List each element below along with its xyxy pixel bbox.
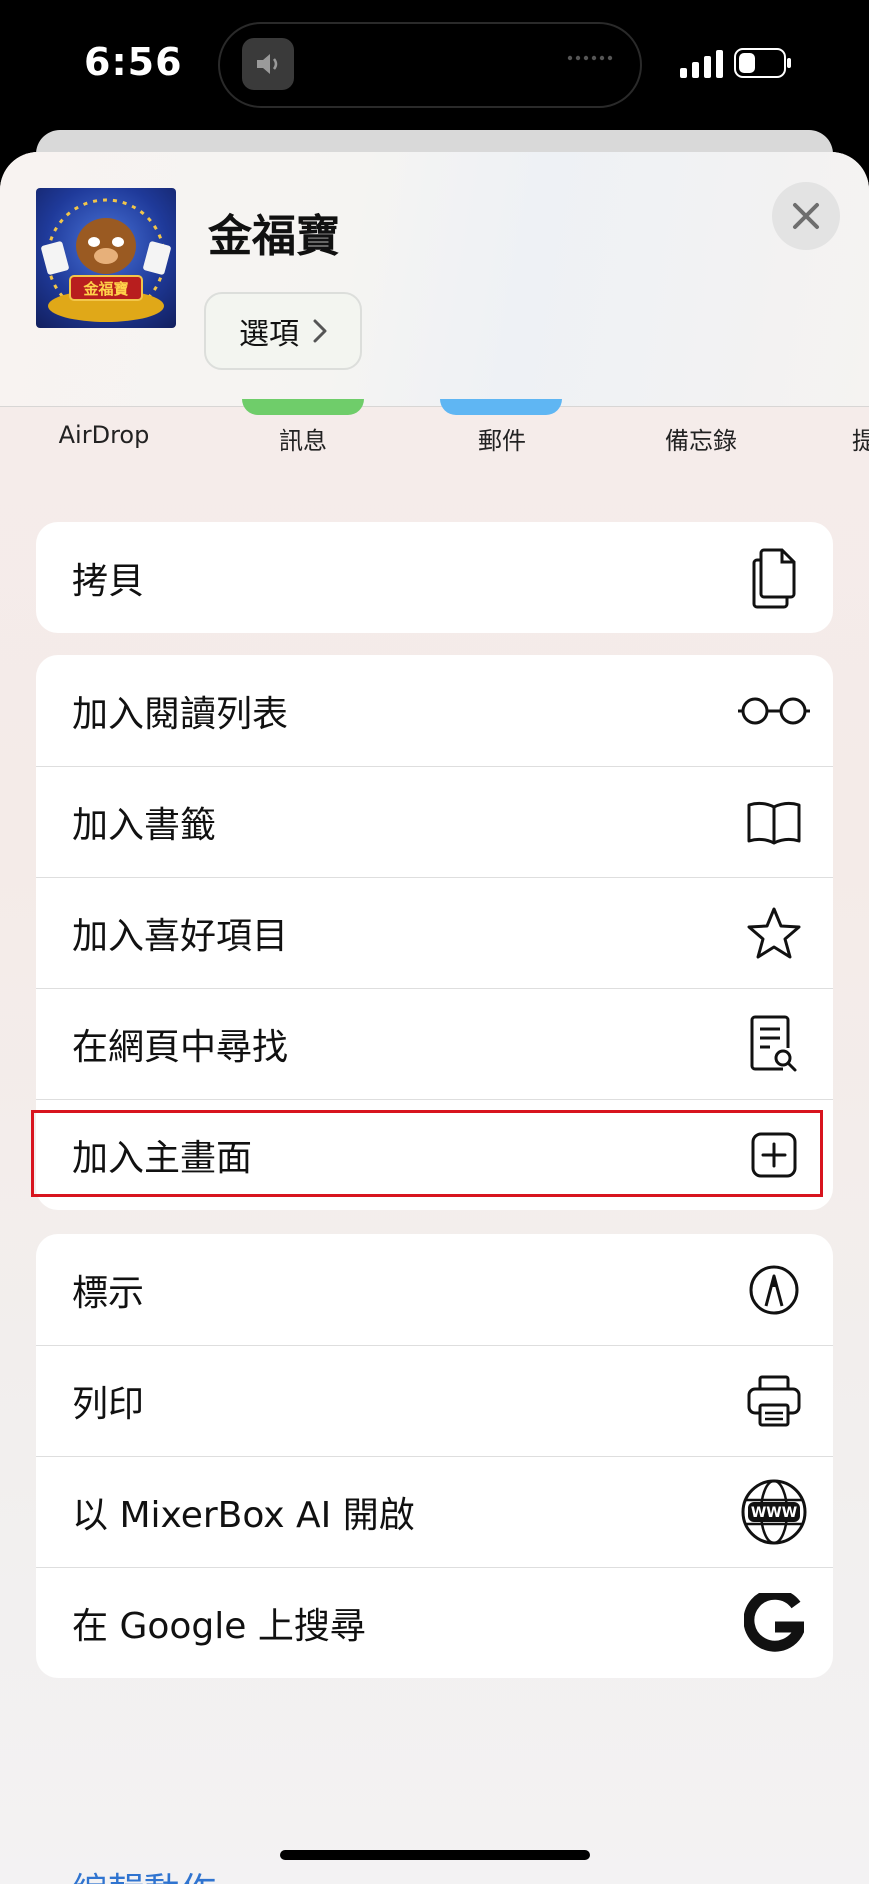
action-add-favorite[interactable]: 加入喜好項目 xyxy=(36,877,833,988)
find-in-page-icon xyxy=(737,1007,811,1081)
action-add-to-home-screen[interactable]: 加入主畫面 xyxy=(36,1099,833,1210)
action-label: 拷貝 xyxy=(72,560,145,602)
action-label: 以 MixerBox AI 開啟 xyxy=(72,1494,415,1536)
action-label: 加入主畫面 xyxy=(72,1137,253,1179)
action-find-in-page[interactable]: 在網頁中尋找 xyxy=(36,988,833,1099)
app-label-notes[interactable]: 備忘錄 xyxy=(621,421,781,456)
action-copy[interactable]: 拷貝 xyxy=(36,522,833,633)
share-sheet-header: 金福寶 金福寶 選項 xyxy=(0,152,869,407)
action-label: 加入書籤 xyxy=(72,804,217,846)
action-search-google[interactable]: 在 Google 上搜尋 xyxy=(36,1567,833,1678)
copy-icon xyxy=(737,541,811,615)
action-label: 加入閱讀列表 xyxy=(72,693,289,735)
share-sheet: 金福寶 金福寶 選項 AirDrop 訊息 郵件 備忘錄 提 拷貝 加入閱讀列表… xyxy=(0,152,869,1884)
thumbnail-logo-text: 金福寶 xyxy=(82,280,128,298)
battery-icon xyxy=(734,48,791,78)
star-icon xyxy=(737,896,811,970)
activity-dots-icon xyxy=(567,55,613,61)
action-label: 標示 xyxy=(72,1272,145,1314)
share-app-row: AirDrop 訊息 郵件 備忘錄 提 xyxy=(0,399,869,477)
copy-group: 拷貝 xyxy=(36,522,833,633)
speaker-icon xyxy=(242,38,294,90)
messages-app-icon[interactable] xyxy=(242,399,364,415)
app-label-next[interactable]: 提 xyxy=(852,421,869,456)
mail-app-icon[interactable] xyxy=(440,399,562,415)
clock: 6:56 xyxy=(84,40,183,84)
actions-group: 加入閱讀列表 加入書籤 加入喜好項目 在網頁中尋找 加入主畫面 xyxy=(36,655,833,1210)
page-title: 金福寶 xyxy=(208,211,340,262)
action-open-mixerbox[interactable]: 以 MixerBox AI 開啟 WWW xyxy=(36,1456,833,1567)
book-icon xyxy=(737,785,811,859)
options-label: 選項 xyxy=(239,317,299,352)
app-label-airdrop[interactable]: AirDrop xyxy=(24,421,184,449)
edit-actions-link[interactable]: 編輯動作⋯ xyxy=(72,1862,252,1884)
action-add-reading-list[interactable]: 加入閱讀列表 xyxy=(36,655,833,766)
close-icon xyxy=(793,203,819,229)
svg-text:WWW: WWW xyxy=(751,1505,797,1521)
tools-group: 標示 列印 以 MixerBox AI 開啟 WWW 在 Google 上搜尋 xyxy=(36,1234,833,1678)
action-add-bookmark[interactable]: 加入書籤 xyxy=(36,766,833,877)
cellular-signal-icon xyxy=(680,50,723,78)
glasses-icon xyxy=(737,674,811,748)
action-label: 列印 xyxy=(72,1383,145,1425)
home-indicator[interactable] xyxy=(280,1850,590,1860)
add-square-icon xyxy=(737,1118,811,1192)
action-print[interactable]: 列印 xyxy=(36,1345,833,1456)
markup-icon xyxy=(737,1253,811,1327)
status-bar: 6:56 xyxy=(0,0,869,130)
action-label: 在網頁中尋找 xyxy=(72,1026,289,1068)
action-markup[interactable]: 標示 xyxy=(36,1234,833,1345)
app-label-mail[interactable]: 郵件 xyxy=(422,421,582,456)
site-thumbnail: 金福寶 xyxy=(36,188,176,328)
close-button[interactable] xyxy=(772,182,840,250)
action-label: 在 Google 上搜尋 xyxy=(72,1605,366,1647)
options-button[interactable]: 選項 xyxy=(204,292,362,370)
google-icon xyxy=(737,1586,811,1660)
app-label-messages[interactable]: 訊息 xyxy=(223,421,383,456)
www-globe-icon: WWW xyxy=(737,1475,811,1549)
printer-icon xyxy=(737,1364,811,1438)
action-label: 加入喜好項目 xyxy=(72,915,289,957)
chevron-right-icon xyxy=(313,319,327,343)
dynamic-island xyxy=(218,22,642,108)
